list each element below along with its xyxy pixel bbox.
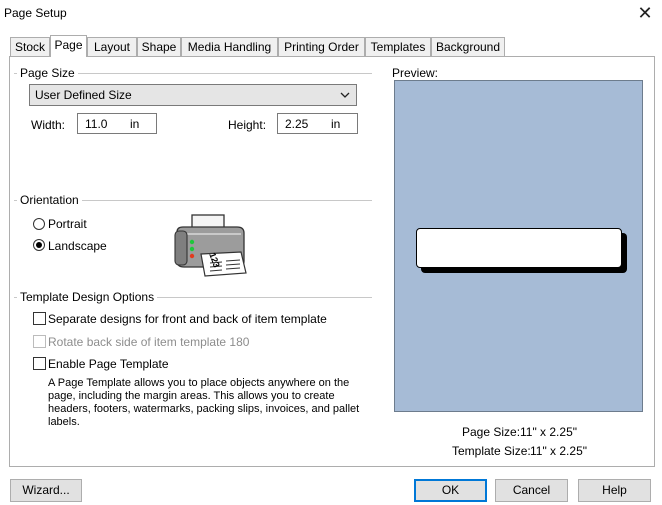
width-value: 11.0 [85,117,108,131]
title-bar: Page Setup ✕ [0,0,662,28]
enable-page-template-label[interactable]: Enable Page Template [48,357,169,371]
enable-page-template-checkbox[interactable] [33,357,46,370]
tab-layout[interactable]: Layout [87,37,137,56]
width-label: Width: [31,118,66,132]
help-button[interactable]: Help [578,479,651,502]
portrait-label[interactable]: Portrait [48,217,87,231]
landscape-label[interactable]: Landscape [48,239,107,253]
wizard-button[interactable]: Wizard... [10,479,82,502]
width-input[interactable]: 11.0 in [77,113,157,134]
portrait-radio[interactable] [33,218,45,230]
template-size-info-value: 11" x 2.25" [530,444,587,458]
height-input[interactable]: 2.25 in [277,113,358,134]
tab-page[interactable]: Page [50,35,87,57]
page-size-info-label: Page Size: [462,425,521,439]
page-size-label: Page Size [17,66,78,80]
rotate-back-checkbox [33,335,46,348]
tab-stock[interactable]: Stock [10,37,50,56]
window-title: Page Setup [4,6,67,20]
page-template-description: A Page Template allows you to place obje… [48,377,360,428]
height-unit: in [331,117,341,131]
tab-media-handling[interactable]: Media Handling [181,37,278,56]
landscape-radio[interactable] [33,239,45,251]
separate-designs-label[interactable]: Separate designs for front and back of i… [48,312,327,326]
tab-printing-order[interactable]: Printing Order [278,37,365,56]
orientation-label: Orientation [17,193,82,207]
template-options-label: Template Design Options [17,290,158,304]
tab-background[interactable]: Background [431,37,505,56]
width-unit: in [130,117,140,131]
height-label: Height: [228,118,267,132]
printer-icon: 123 [170,212,252,278]
page-size-info-value: 11" x 2.25" [520,425,577,439]
height-value: 2.25 [285,117,309,131]
preview-label-card [416,228,622,268]
separate-designs-checkbox[interactable] [33,312,46,325]
chevron-down-icon [339,86,351,107]
tab-shape[interactable]: Shape [137,37,181,56]
page-size-dropdown[interactable]: User Defined Size [29,84,357,106]
ok-button[interactable]: OK [414,479,487,502]
rotate-back-label: Rotate back side of item template 180 [48,335,250,349]
preview-label: Preview: [392,66,439,80]
template-size-info-label: Template Size: [452,444,531,458]
page-size-selected: User Defined Size [35,88,132,102]
tab-templates[interactable]: Templates [365,37,431,56]
cancel-button[interactable]: Cancel [495,479,568,502]
close-icon[interactable]: ✕ [634,2,656,24]
